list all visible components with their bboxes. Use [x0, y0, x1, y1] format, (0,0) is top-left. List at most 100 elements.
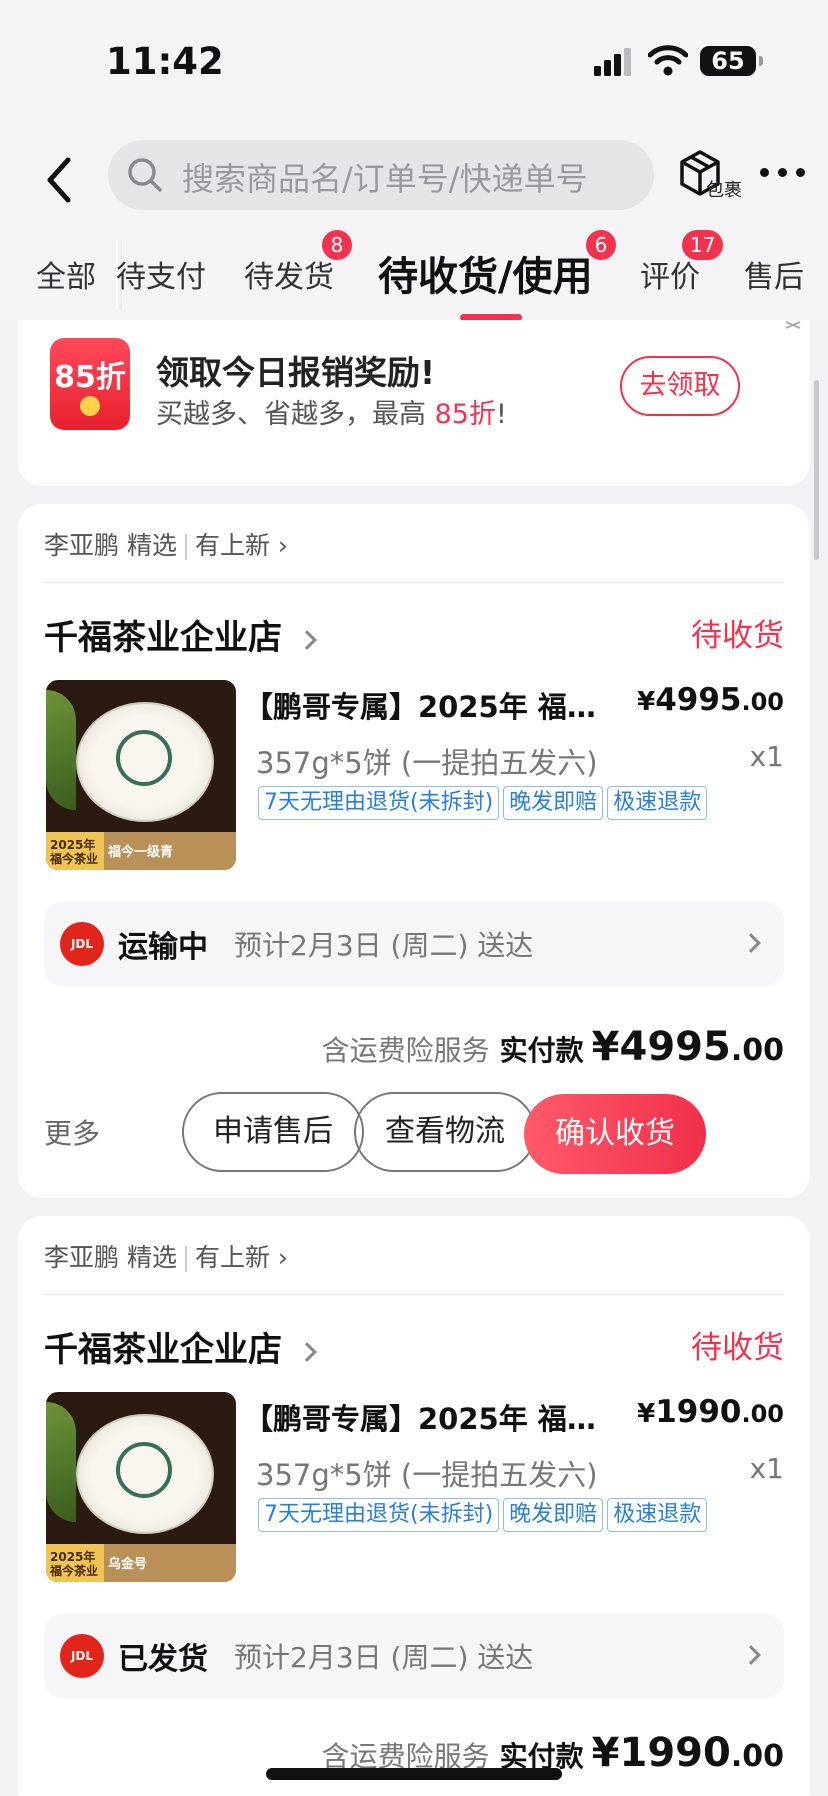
- tab-after-sales[interactable]: 售后: [744, 252, 804, 296]
- total-decimal: .00: [730, 1033, 784, 1068]
- status-time: 11:42: [106, 40, 224, 83]
- price-currency: ¥: [637, 687, 656, 717]
- search-placeholder: 搜索商品名/订单号/快递单号: [182, 160, 588, 198]
- shipping-eta: 预计2月3日 (周二) 送达: [234, 1641, 534, 1674]
- cellular-signal-icon: [594, 48, 631, 76]
- package-label: 包裹: [706, 180, 742, 201]
- promo-banner: 85折 领取今日报销奖励! 买越多、省越多，最高 85折! 去领取: [18, 320, 810, 486]
- home-indicator[interactable]: [266, 1768, 562, 1780]
- divider: [44, 1294, 784, 1295]
- tab-all[interactable]: 全部: [36, 252, 96, 296]
- chevron-right-icon: [741, 1645, 761, 1665]
- image-brand: 福今茶业: [50, 1564, 99, 1578]
- total-integer: ¥1990: [591, 1730, 731, 1776]
- total-decimal: .00: [730, 1739, 784, 1774]
- tab-badge: 17: [682, 230, 724, 260]
- tab-badge: 6: [586, 230, 616, 260]
- live-source-link: 有上新: [194, 531, 270, 560]
- image-product-name: 乌金号: [108, 1557, 148, 1572]
- live-source-link: 有上新: [194, 1243, 270, 1272]
- claim-reward-button[interactable]: 去领取: [620, 356, 740, 416]
- product-image[interactable]: 2025年 福今茶业 乌金号: [46, 1392, 236, 1582]
- order-tabs: 全部 待支付 待发货 8 待收货/使用 6 评价 17 售后: [0, 230, 828, 320]
- tab-pending-receipt[interactable]: 待收货/使用: [378, 244, 593, 302]
- view-logistics-button[interactable]: 查看物流: [354, 1092, 536, 1172]
- service-tag: 7天无理由退货(未拆封): [258, 1498, 500, 1532]
- live-source[interactable]: 李亚鹏 精选 有上新 ›: [44, 526, 288, 562]
- image-product-name: 福今一级青: [108, 845, 174, 860]
- coupon-icon: 85折: [50, 338, 130, 430]
- price-integer: 4995: [655, 682, 742, 718]
- service-tag: 7天无理由退货(未拆封): [258, 786, 500, 820]
- service-tags: 7天无理由退货(未拆封) 晚发即赔 极速退款: [258, 786, 711, 820]
- search-input[interactable]: 搜索商品名/订单号/快递单号: [108, 140, 654, 210]
- price-currency: ¥: [637, 1399, 656, 1429]
- shop-name-text: 千福茶业企业店: [44, 618, 282, 658]
- order-card: 李亚鹏 精选 有上新 › 千福茶业企业店 待收货 2025年 福今茶业 乌金号 【鹏…: [18, 1216, 810, 1796]
- back-arrow-icon[interactable]: [40, 150, 80, 210]
- jd-logistics-icon: JDL: [60, 922, 104, 966]
- shipping-status-row[interactable]: JDL 运输中 预计2月3日 (周二) 送达: [44, 902, 784, 986]
- live-source-name: 李亚鹏 精选: [44, 1243, 177, 1272]
- confirm-receipt-button[interactable]: 确认收货: [524, 1094, 706, 1174]
- order-status: 待收货: [691, 1330, 784, 1366]
- chevron-right-icon: [741, 933, 761, 953]
- shipping-state: 运输中: [118, 930, 208, 965]
- live-source[interactable]: 李亚鹏 精选 有上新 ›: [44, 1238, 288, 1274]
- product-spec: 357g*5饼 (一提拍五发六): [256, 746, 598, 780]
- price-integer: 1990: [655, 1394, 742, 1430]
- service-tag: 晚发即赔: [503, 786, 604, 820]
- tab-pending-payment[interactable]: 待支付: [116, 252, 206, 296]
- shop-name[interactable]: 千福茶业企业店: [44, 610, 317, 659]
- product-spec: 357g*5饼 (一提拍五发六): [256, 1458, 598, 1492]
- leaf-decoration: [46, 690, 76, 810]
- product-title[interactable]: 【鹏哥专属】2025年 福今乌金号: [244, 1396, 614, 1438]
- tea-cake-stamp: [116, 1442, 172, 1498]
- service-tag: 晚发即赔: [503, 1498, 604, 1532]
- shipping-state: 已发货: [118, 1642, 208, 1677]
- product-title[interactable]: 【鹏哥专属】2025年 福今一级青: [244, 684, 614, 726]
- shipping-eta: 预计2月3日 (周二) 送达: [234, 929, 534, 962]
- more-actions-link[interactable]: 更多: [44, 1112, 100, 1152]
- order-status: 待收货: [691, 618, 784, 654]
- total-label: 实付款: [499, 1034, 584, 1067]
- order-card: 李亚鹏 精选 有上新 › 千福茶业企业店 待收货 2025年 福今茶业 福今一级青 …: [18, 504, 810, 1198]
- header: 搜索商品名/订单号/快递单号 包裹 全部 待支付 待发货 8 待收货/使用 6 …: [0, 120, 828, 321]
- promo-highlight: 85折: [434, 399, 496, 430]
- battery-icon: 65: [700, 46, 763, 76]
- chevron-right-icon: [297, 1341, 317, 1362]
- product-quantity: x1: [749, 740, 784, 773]
- product-price: ¥4995.00: [637, 682, 784, 718]
- insurance-note: 含运费险服务: [321, 1034, 490, 1067]
- total-amount: ¥1990.00: [592, 1730, 784, 1776]
- price-decimal: .00: [741, 688, 784, 716]
- product-price: ¥1990.00: [637, 1394, 784, 1430]
- product-image[interactable]: 2025年 福今茶业 福今一级青: [46, 680, 236, 870]
- image-year: 2025年: [50, 838, 96, 852]
- promo-subtitle-prefix: 买越多、省越多，最高: [156, 399, 426, 430]
- coupon-text: 85折: [54, 360, 126, 395]
- shop-name-text: 千福茶业企业店: [44, 1330, 282, 1370]
- wifi-icon: [648, 45, 688, 76]
- more-menu-icon[interactable]: [760, 168, 806, 180]
- promo-title: 领取今日报销奖励!: [156, 353, 436, 392]
- shop-name[interactable]: 千福茶业企业店: [44, 1322, 317, 1371]
- tea-cake-stamp: [116, 730, 172, 786]
- promo-subtitle-suffix: !: [495, 399, 507, 430]
- service-tag: 极速退款: [607, 786, 708, 820]
- total-amount: ¥4995.00: [592, 1024, 784, 1070]
- live-source-name: 李亚鹏 精选: [44, 531, 177, 560]
- image-brand: 福今茶业: [50, 852, 99, 866]
- close-icon[interactable]: [784, 320, 802, 330]
- status-bar: 11:42 65: [0, 0, 828, 120]
- image-year: 2025年: [50, 1550, 96, 1564]
- tab-pending-shipment[interactable]: 待发货: [244, 252, 334, 296]
- apply-after-sales-button[interactable]: 申请售后: [182, 1092, 364, 1172]
- chevron-right-icon: [297, 629, 317, 650]
- leaf-decoration: [46, 1402, 76, 1522]
- scrollbar[interactable]: [814, 380, 819, 560]
- image-label: 2025年 福今茶业: [50, 1550, 98, 1578]
- service-tags: 7天无理由退货(未拆封) 晚发即赔 极速退款: [258, 1498, 711, 1532]
- shipping-status-row[interactable]: JDL 已发货 预计2月3日 (周二) 送达: [44, 1614, 784, 1698]
- total-integer: ¥4995: [591, 1024, 731, 1070]
